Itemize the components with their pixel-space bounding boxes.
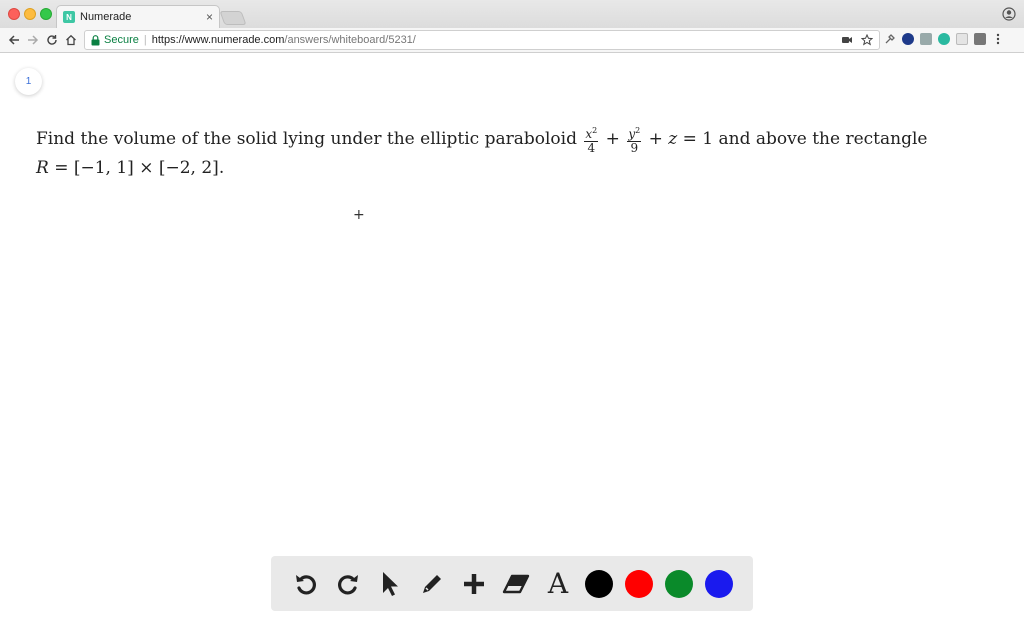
plus-sign: + [648,129,663,149]
fraction-x2-over-4: x2 4 [584,126,599,155]
profile-icon[interactable] [1002,7,1016,21]
maximize-window-button[interactable] [40,8,52,20]
home-button[interactable] [63,32,79,48]
tab-close-icon[interactable]: × [206,10,213,24]
extension-dark-icon[interactable] [974,33,986,45]
menu-dots-icon[interactable] [992,33,1004,45]
eraser-tool-button[interactable] [501,569,531,599]
tab-title: Numerade [80,11,132,23]
back-arrow-icon [8,35,19,45]
problem-tail-text: and above the rectangle [718,129,928,149]
pen-icon [423,574,441,593]
whiteboard-toolbar: A [271,556,753,611]
reload-icon [47,35,57,45]
extension-blank-icon[interactable] [956,33,968,45]
fraction-y2-over-9: y2 9 [627,126,642,155]
color-blue-button[interactable] [705,569,733,598]
extension-flag-icon[interactable] [902,33,914,45]
text-tool-button[interactable]: A [543,567,573,600]
address-bar[interactable]: Secure | https://www.numerade.com/answer… [84,30,880,50]
numerade-favicon-icon: N [63,11,75,23]
z-term: z [668,129,678,149]
url-path: /answers/whiteboard/5231/ [284,34,416,46]
forward-button[interactable] [25,32,41,48]
tab-numerade[interactable]: N Numerade × [56,5,220,28]
extension-teal-icon[interactable] [938,33,950,45]
color-green-button[interactable] [665,569,693,598]
page-number-badge[interactable]: 1 [15,68,42,95]
browser-titlebar: N Numerade × [0,0,1024,28]
redo-icon [338,574,358,595]
redo-button[interactable] [333,569,363,599]
pointer-icon [383,571,398,596]
omnibox-separator: | [143,34,147,46]
extensions-bar [884,33,1004,45]
reload-button[interactable] [44,32,60,48]
forward-arrow-icon [28,35,39,45]
back-button[interactable] [6,32,22,48]
url-host: https://www.numerade.com [151,34,285,46]
lock-icon [91,34,100,45]
omnibox-actions [841,34,873,46]
minimize-window-button[interactable] [24,8,36,20]
undo-icon [296,574,316,595]
rectangle-definition: = [−1, 1] × [−2, 2]. [54,158,225,178]
text-icon: A [547,567,569,600]
extension-tool-icon[interactable] [884,33,896,45]
home-icon [66,34,76,46]
crosshair-cursor-icon: + [353,207,365,223]
secure-label: Secure [104,34,139,46]
problem-statement: Find the volume of the solid lying under… [36,124,936,181]
pen-tool-button[interactable] [417,569,447,599]
close-window-button[interactable] [8,8,20,20]
rectangle-variable: R [36,158,49,178]
bookmark-star-icon[interactable] [861,34,873,46]
browser-toolbar: Secure | https://www.numerade.com/answer… [0,28,1024,53]
add-tool-button[interactable] [459,569,489,599]
eraser-icon [502,574,530,593]
undo-button[interactable] [291,569,321,599]
problem-lead-text: Find the volume of the solid lying under… [36,129,577,149]
add-icon [464,573,484,594]
color-red-button[interactable] [625,569,653,598]
color-black-button[interactable] [585,569,613,598]
plus-sign: + [605,129,620,149]
pointer-tool-button[interactable] [375,569,405,599]
extension-grey-icon[interactable] [920,33,932,45]
new-tab-button[interactable] [219,11,247,25]
equals-one: = 1 [682,129,714,149]
camera-icon[interactable] [841,34,853,46]
